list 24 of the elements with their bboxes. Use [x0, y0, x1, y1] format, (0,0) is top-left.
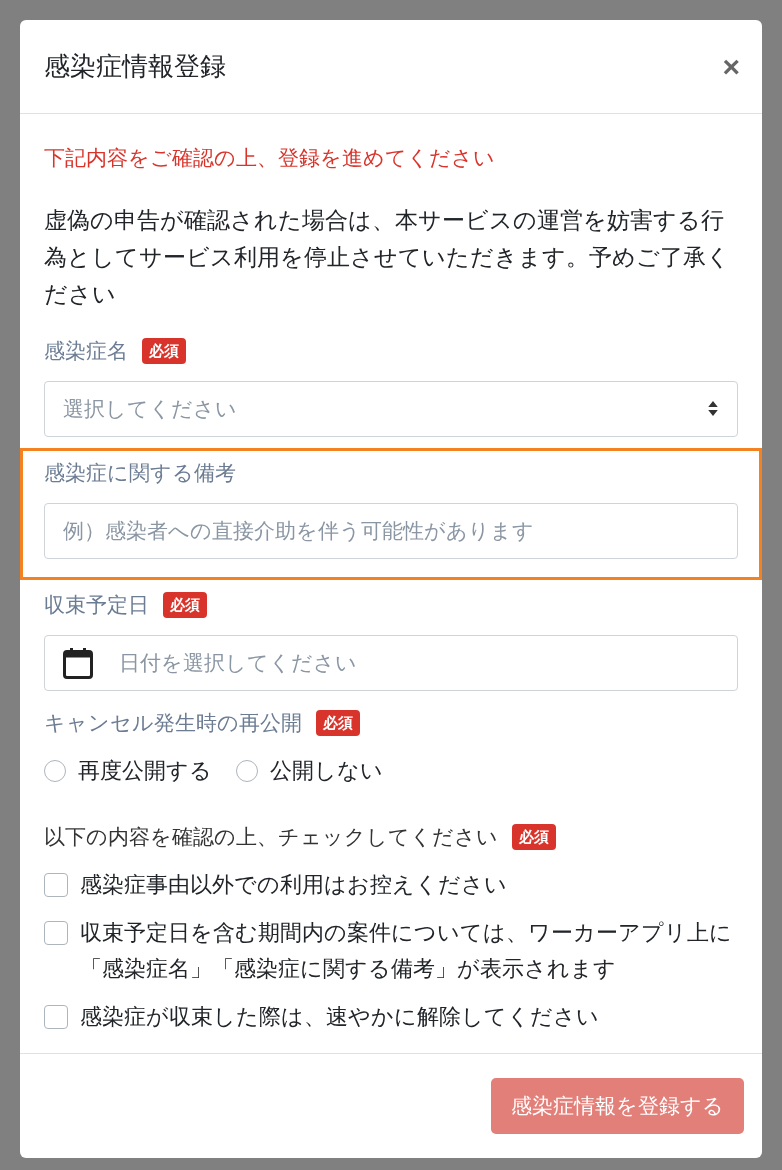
- description-text: 虚偽の申告が確認された場合は、本サービスの運営を妨害する行為としてサービス利用を停止させていただきます。予めご了承ください: [44, 205, 731, 309]
- checkbox-label[interactable]: 感染症事由以外での利用はお控えください: [80, 866, 507, 903]
- dialog-title: 感染症情報登録: [44, 50, 226, 83]
- field-label: キャンセル発生時の再公開: [44, 709, 302, 737]
- field-label: 以下の内容を確認の上、チェックしてください: [44, 823, 498, 851]
- required-badge: 必須: [142, 337, 186, 364]
- checkbox[interactable]: [44, 1004, 68, 1029]
- option-label[interactable]: 再度公開する: [78, 752, 212, 789]
- input-field[interactable]: 例）感染者への直接介助を伴う可能性があります: [44, 502, 738, 559]
- field-label: 収束予定日: [44, 591, 149, 619]
- checkbox[interactable]: [44, 872, 68, 897]
- calendar-icon: [63, 646, 93, 679]
- required-badge: 必須: [512, 823, 556, 850]
- checkbox-label[interactable]: 収束予定日を含む期間内の案件については、ワーカーアプリ上に「感染症名」「感染症に関する備考」が表示されます: [80, 914, 738, 987]
- checkbox-label[interactable]: 感染症が収束した際は、速やかに解除してください: [80, 998, 599, 1035]
- required-badge: 必須: [316, 709, 360, 736]
- sort-arrows-icon: [707, 400, 719, 418]
- option-label[interactable]: 公開しない: [270, 752, 383, 789]
- warning-text: 下記内容をご確認の上、登録を進めてください: [44, 145, 496, 172]
- field-label: 感染症名: [44, 337, 128, 365]
- checkbox[interactable]: [44, 920, 68, 945]
- required-badge: 必須: [163, 591, 207, 618]
- field-label: 感染症に関する備考: [44, 459, 236, 487]
- close-button[interactable]: ×: [720, 51, 742, 82]
